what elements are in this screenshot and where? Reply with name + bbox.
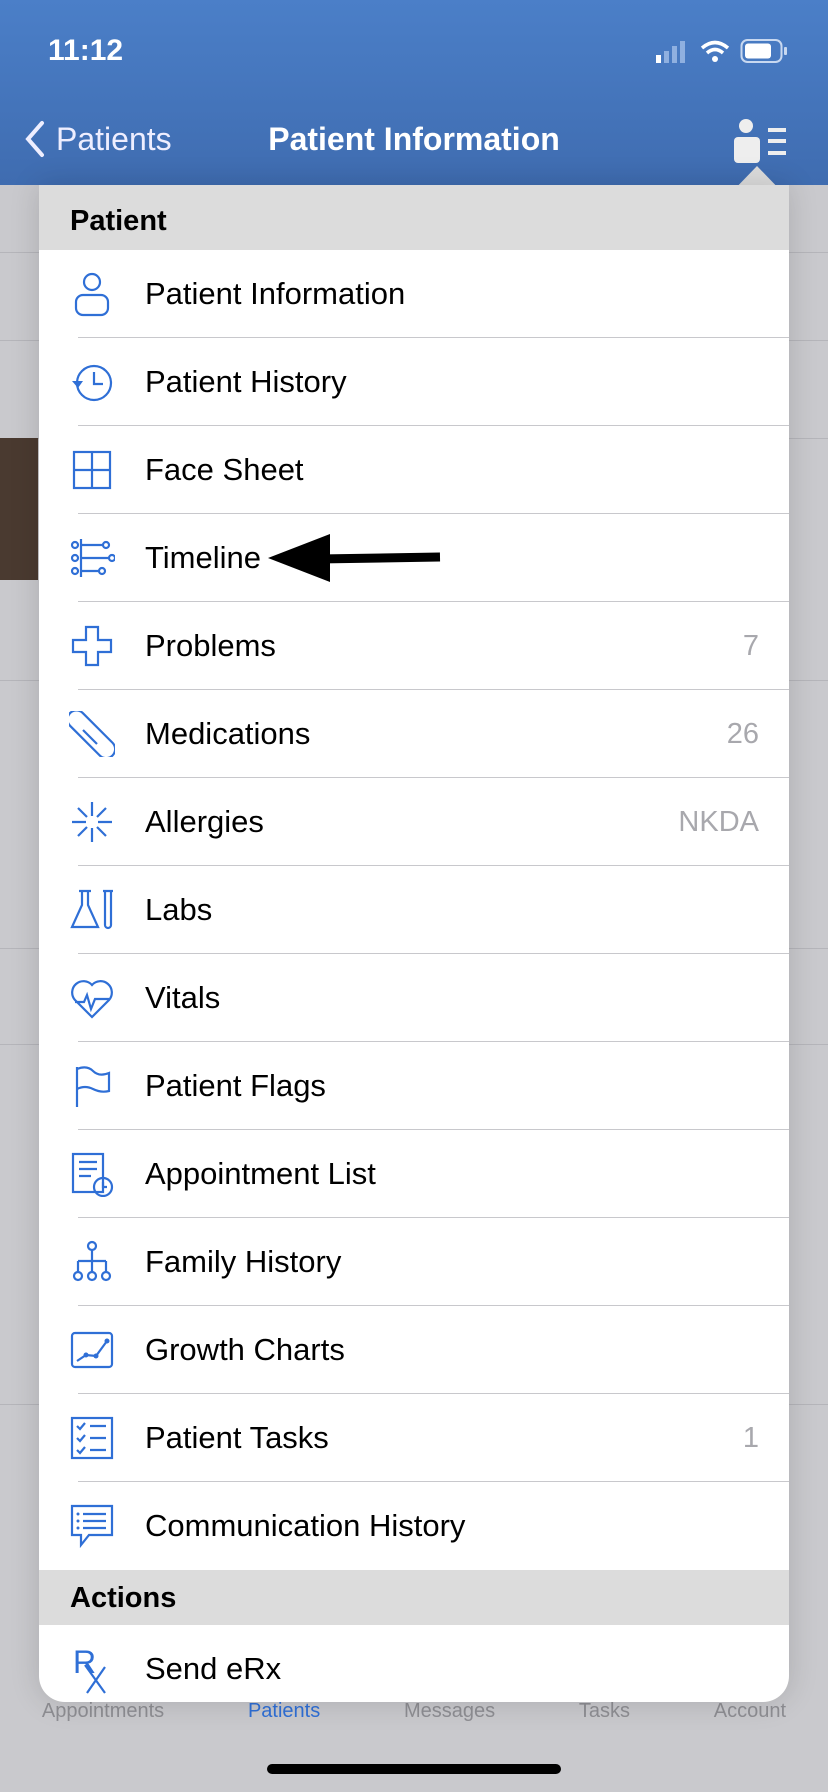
status-time: 11:12: [48, 34, 124, 67]
chat-list-icon: [69, 1503, 115, 1549]
menu-item-label: Allergies: [145, 804, 264, 839]
menu-item-problems[interactable]: Problems 7: [39, 602, 789, 690]
person-list-icon: [734, 119, 786, 163]
menu-item-patient-information[interactable]: Patient Information: [39, 250, 789, 338]
history-icon: [69, 359, 115, 405]
home-indicator: [267, 1764, 561, 1774]
section-header-patient: Patient: [39, 185, 789, 250]
tab-patients[interactable]: Patients: [248, 1700, 320, 1723]
growth-chart-icon: [69, 1327, 115, 1373]
nav-bar: 11:12 Patients Patient Information: [0, 0, 828, 185]
menu-item-label: Vitals: [145, 980, 221, 1015]
menu-item-medications[interactable]: Medications 26: [39, 690, 789, 778]
pill-icon: [69, 711, 115, 757]
heart-pulse-icon: [69, 975, 115, 1021]
patient-menu-button[interactable]: [732, 118, 788, 169]
grid-icon: [69, 447, 115, 493]
menu-item-labs[interactable]: Labs: [39, 866, 789, 954]
menu-item-label: Labs: [145, 892, 213, 927]
chevron-left-icon: [25, 121, 44, 157]
rx-icon: R: [69, 1644, 115, 1694]
cross-icon: [69, 623, 115, 669]
menu-item-communication-history[interactable]: Communication History: [39, 1482, 789, 1570]
menu-item-vitals[interactable]: Vitals: [39, 954, 789, 1042]
menu-item-label: Growth Charts: [145, 1332, 345, 1367]
menu-item-patient-tasks[interactable]: Patient Tasks 1: [39, 1394, 789, 1482]
back-button[interactable]: Patients: [24, 120, 172, 158]
menu-item-allergies[interactable]: Allergies NKDA: [39, 778, 789, 866]
menu-item-label: Problems: [145, 628, 276, 663]
menu-item-patient-history[interactable]: Patient History: [39, 338, 789, 426]
menu-item-label: Patient History: [145, 364, 347, 399]
flask-icon: [69, 887, 115, 933]
appointment-list-icon: [69, 1151, 115, 1197]
menu-item-label: Communication History: [145, 1508, 466, 1543]
menu-item-count: 1: [742, 1421, 759, 1454]
tab-messages[interactable]: Messages: [404, 1700, 495, 1723]
tab-appointments[interactable]: Appointments: [42, 1700, 164, 1723]
menu-item-label: Appointment List: [145, 1156, 376, 1191]
flag-icon: [69, 1063, 115, 1109]
patient-menu-popover: Patient Patient Information Patient Hist…: [39, 185, 789, 1702]
menu-item-label: Patient Information: [145, 276, 406, 311]
family-tree-icon: [69, 1239, 115, 1285]
tab-tasks[interactable]: Tasks: [579, 1700, 630, 1723]
annotation-arrow-icon: [268, 534, 441, 582]
menu-item-send-erx[interactable]: R Send eRx: [39, 1625, 789, 1702]
back-label: Patients: [56, 120, 172, 157]
menu-item-appointment-list[interactable]: Appointment List: [39, 1130, 789, 1218]
patient-photo: [0, 438, 38, 580]
menu-item-count: 26: [726, 717, 759, 750]
section-header-actions: Actions: [39, 1570, 789, 1625]
battery-icon: [740, 39, 787, 63]
tab-bar: Appointments Patients Messages Tasks Acc…: [0, 1700, 828, 1723]
tab-account[interactable]: Account: [714, 1700, 786, 1723]
status-icons: [654, 38, 788, 64]
menu-item-label: Send eRx: [145, 1651, 282, 1686]
menu-item-face-sheet[interactable]: Face Sheet: [39, 426, 789, 514]
menu-item-label: Patient Tasks: [145, 1420, 329, 1455]
menu-item-label: Face Sheet: [145, 452, 304, 487]
menu-item-growth-charts[interactable]: Growth Charts: [39, 1306, 789, 1394]
menu-item-label: Timeline: [145, 540, 261, 575]
menu-item-label: Family History: [145, 1244, 342, 1279]
menu-item-patient-flags[interactable]: Patient Flags: [39, 1042, 789, 1130]
signal-icon: [656, 41, 685, 63]
menu-item-family-history[interactable]: Family History: [39, 1218, 789, 1306]
menu-item-count: 7: [742, 629, 759, 662]
timeline-icon: [69, 535, 115, 581]
allergy-icon: [69, 799, 115, 845]
person-icon: [69, 271, 115, 317]
menu-item-label: Patient Flags: [145, 1068, 326, 1103]
menu-item-label: Medications: [145, 716, 311, 751]
wifi-icon: [700, 40, 730, 62]
checklist-icon: [69, 1415, 115, 1461]
menu-item-count: NKDA: [678, 805, 759, 838]
